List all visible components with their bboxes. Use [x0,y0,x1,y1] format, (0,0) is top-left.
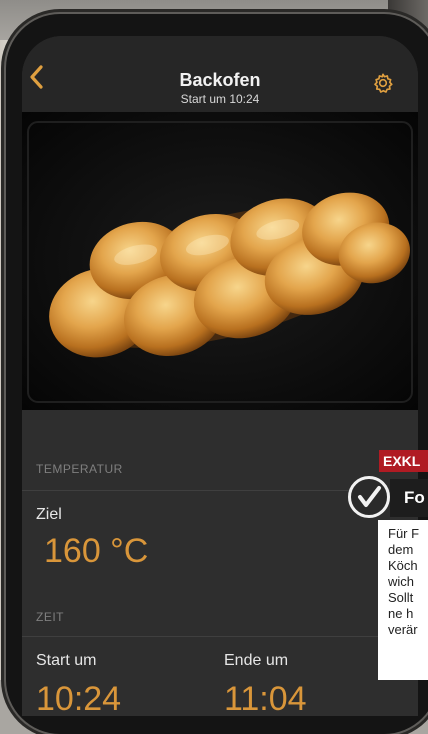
checkmark-icon [348,476,390,518]
start-time-value[interactable]: 10:24 [36,680,121,716]
target-temperature-value[interactable]: 160 °C [44,532,148,571]
phone-frame: Backofen Start um 10:24 TEMPERATUR Ziel … [6,14,428,734]
magazine-exclusive-badge: EXKL [379,450,428,472]
gear-icon [374,73,393,93]
settings-panel: TEMPERATUR Ziel 160 °C ZEIT Start um 10:… [22,410,418,716]
magazine-text-line: wich [388,574,415,589]
start-time-label: Start um [36,652,97,669]
end-time-value[interactable]: 11:04 [224,680,307,716]
magazine-text-line: Sollt [388,590,414,605]
page-title: Backofen [179,70,261,90]
magazine-text-line: Köch [388,558,418,573]
time-section-label: ZEIT [36,610,64,624]
magazine-text-line: dem [388,542,414,557]
target-label: Ziel [36,506,62,523]
oven-camera-image [22,112,418,410]
magazine-body-text: Für F dem Köch wich Sollt ne h verär [378,520,428,680]
magazine-text-line: Für F [388,526,420,541]
app-header: Backofen Start um 10:24 [22,36,418,112]
temperature-section-label: TEMPERATUR [36,462,123,476]
magazine-text-line: verär [388,622,418,637]
end-time-label: Ende um [224,652,289,669]
app-screen: Backofen Start um 10:24 TEMPERATUR Ziel … [22,36,418,716]
page-subtitle: Start um 10:24 [180,92,260,106]
settings-button[interactable] [372,72,394,94]
divider [22,636,418,637]
magazine-text-line: ne h [388,606,414,621]
magazine-section-tag: Fo [390,479,428,517]
